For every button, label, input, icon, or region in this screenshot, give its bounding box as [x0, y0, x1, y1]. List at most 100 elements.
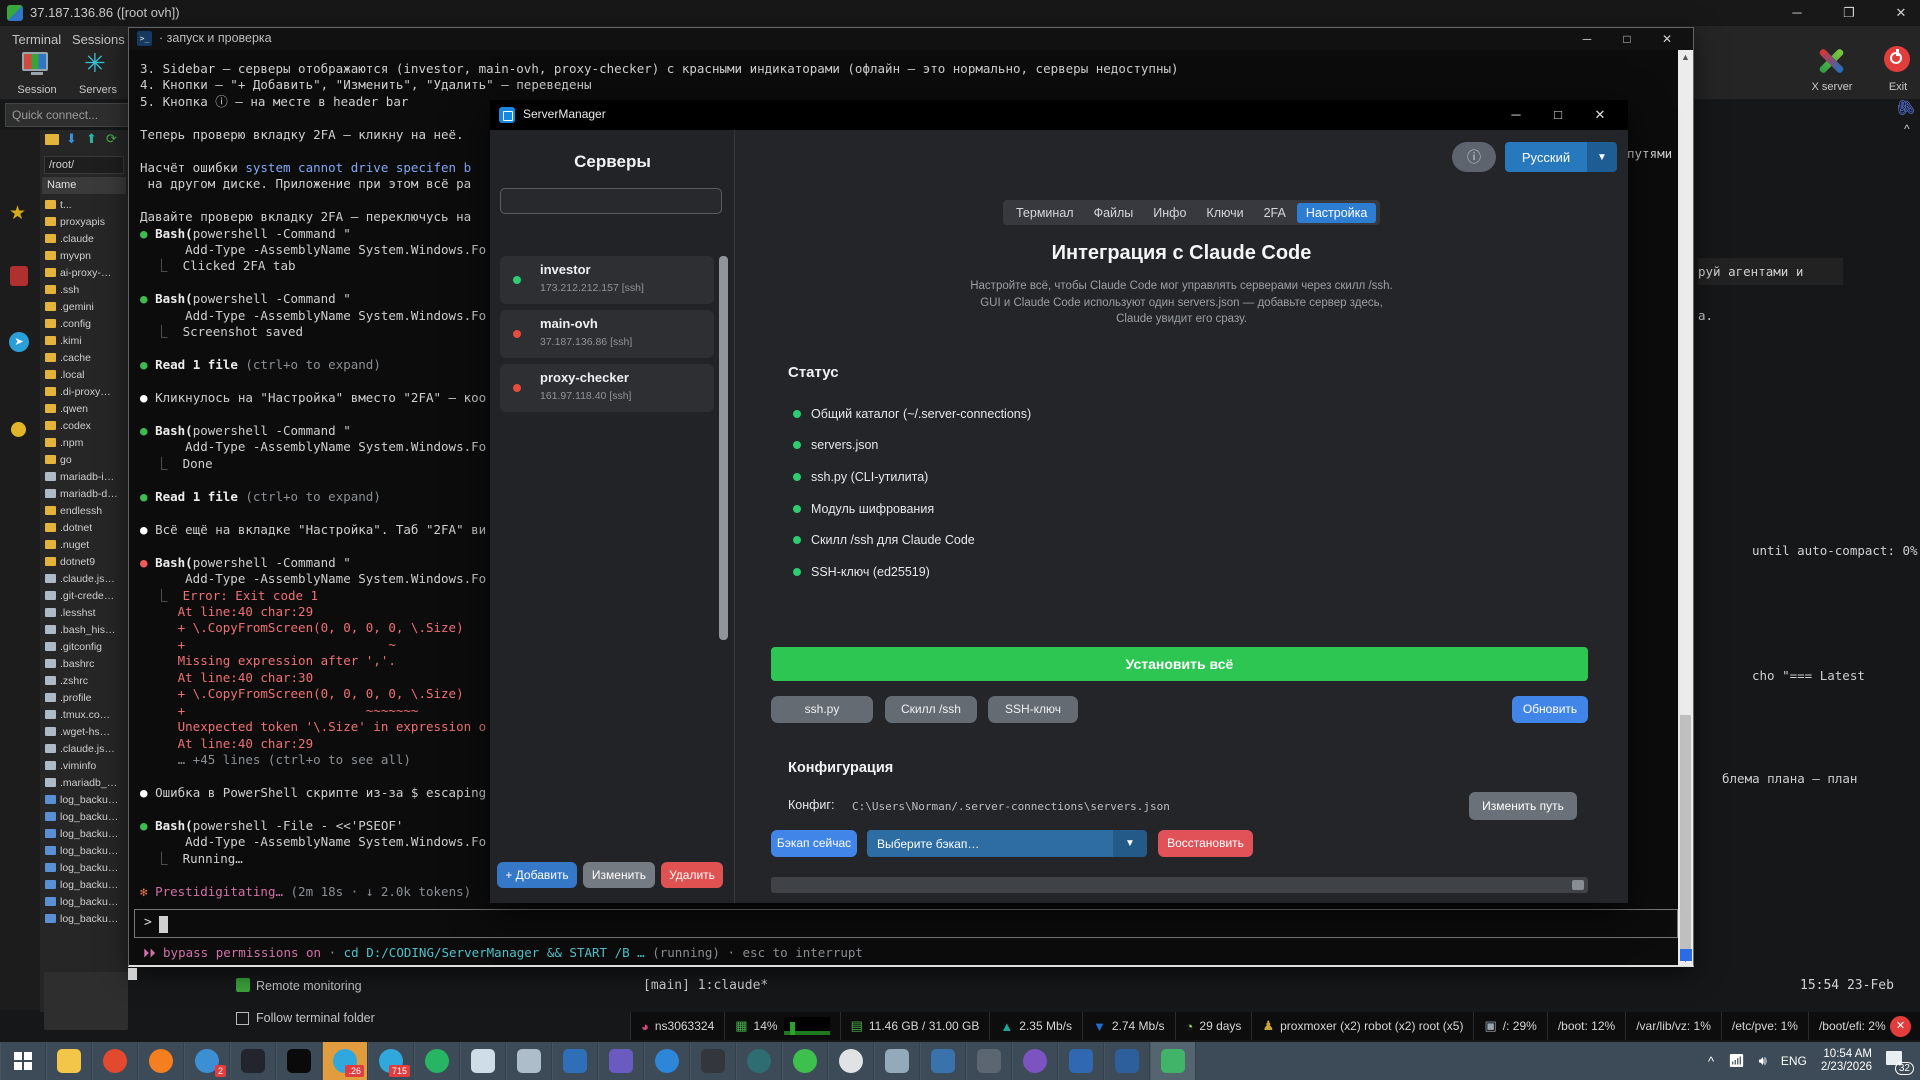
- taskbar-active-app[interactable]: [1150, 1042, 1196, 1080]
- file-row[interactable]: .cache: [42, 349, 128, 366]
- output-scroll-track[interactable]: [771, 877, 1588, 893]
- remote-monitoring-icon[interactable]: [236, 978, 250, 992]
- follow-terminal-folder-checkbox[interactable]: [236, 1012, 249, 1025]
- tab-2FA[interactable]: 2FA: [1255, 203, 1295, 223]
- taskbar-teal-app[interactable]: [736, 1042, 782, 1080]
- file-row[interactable]: log_backu…: [42, 825, 128, 842]
- taskbar-vmware[interactable]: [598, 1042, 644, 1080]
- file-row[interactable]: .gitconfig: [42, 638, 128, 655]
- change-path-button[interactable]: Изменить путь: [1469, 792, 1577, 820]
- file-row[interactable]: .wget-hs…: [42, 723, 128, 740]
- info-icon[interactable]: ⓘ: [1452, 142, 1496, 172]
- terminal-scrollbar[interactable]: ▲ ▼: [1678, 50, 1693, 966]
- tab-Ключи[interactable]: Ключи: [1197, 203, 1252, 223]
- x-server-icon[interactable]: [1814, 44, 1850, 78]
- terminal-input-box[interactable]: >: [134, 909, 1678, 938]
- taskbar-file-explorer[interactable]: [46, 1042, 92, 1080]
- file-row[interactable]: .dotnet: [42, 519, 128, 536]
- taskbar-cmd[interactable]: [276, 1042, 322, 1080]
- menu-sessions[interactable]: Sessions: [72, 32, 125, 47]
- scroll-up-icon[interactable]: ▲: [1678, 50, 1693, 64]
- file-row[interactable]: .npm: [42, 434, 128, 451]
- file-list-name-header[interactable]: Name: [42, 177, 126, 194]
- telegram-panel-icon[interactable]: ➤: [9, 332, 29, 352]
- backup-now-button[interactable]: Бэкап сейчас: [771, 830, 857, 857]
- taskbar-purple-app[interactable]: [1012, 1042, 1058, 1080]
- taskbar-chrome[interactable]: [828, 1042, 874, 1080]
- taskbar-cloud-app[interactable]: [874, 1042, 920, 1080]
- file-row[interactable]: .claude: [42, 230, 128, 247]
- file-row[interactable]: log_backu…: [42, 808, 128, 825]
- taskbar-sync-app[interactable]: [414, 1042, 460, 1080]
- file-row[interactable]: .di-proxy…: [42, 383, 128, 400]
- file-row[interactable]: t...: [42, 196, 128, 213]
- yellow-dot-icon[interactable]: [11, 422, 26, 437]
- file-row[interactable]: .gemini: [42, 298, 128, 315]
- upload-icon[interactable]: ⬆: [86, 131, 97, 147]
- close-icon[interactable]: ✕: [1884, 0, 1918, 26]
- file-row[interactable]: .viminfo: [42, 757, 128, 774]
- tab-Настройка[interactable]: Настройка: [1297, 203, 1377, 223]
- sm-close-icon[interactable]: ✕: [1584, 100, 1616, 130]
- quick-connect-input[interactable]: Quick connect...: [5, 103, 145, 127]
- install-all-button[interactable]: Установить всё: [771, 647, 1588, 681]
- file-row[interactable]: .ssh: [42, 281, 128, 298]
- refresh-icon[interactable]: ⟳: [106, 131, 117, 147]
- minimize-icon[interactable]: ─: [1780, 0, 1814, 26]
- file-row[interactable]: mariadb-i…: [42, 468, 128, 485]
- install-skill-button[interactable]: Скилл /ssh: [885, 696, 977, 723]
- file-row[interactable]: .config: [42, 315, 128, 332]
- file-row[interactable]: log_backu…: [42, 876, 128, 893]
- wifi-icon[interactable]: 📶︎: [1728, 1053, 1745, 1069]
- file-row[interactable]: proxyapis: [42, 213, 128, 230]
- file-row[interactable]: endlessh: [42, 502, 128, 519]
- taskbar-telegram[interactable]: 715: [368, 1042, 414, 1080]
- file-row[interactable]: log_backu…: [42, 910, 128, 927]
- taskbar-firefox[interactable]: [138, 1042, 184, 1080]
- file-row[interactable]: .local: [42, 366, 128, 383]
- file-row[interactable]: .lesshst: [42, 604, 128, 621]
- language-dropdown[interactable]: Русский ▼: [1505, 142, 1617, 172]
- taskbar-blue-app[interactable]: [920, 1042, 966, 1080]
- taskbar-calculator[interactable]: [506, 1042, 552, 1080]
- file-row[interactable]: .tmux.co…: [42, 706, 128, 723]
- file-row[interactable]: .claude.js…: [42, 740, 128, 757]
- favorites-star-icon[interactable]: ★: [9, 202, 26, 225]
- sm-minimize-icon[interactable]: ─: [1500, 100, 1532, 130]
- servers-icon[interactable]: ✳: [84, 48, 106, 79]
- server-list-scrollbar[interactable]: [719, 256, 728, 640]
- remote-monitoring-button[interactable]: Remote monitoring: [256, 979, 362, 993]
- backup-select[interactable]: Выберите бэкап… ▼: [867, 830, 1147, 857]
- server-card-main-ovh[interactable]: main-ovh37.187.136.86 [ssh]: [500, 310, 714, 358]
- taskbar-edge[interactable]: [644, 1042, 690, 1080]
- scrollbar-thumb[interactable]: [1680, 715, 1691, 960]
- volume-icon[interactable]: 🔊︎: [1759, 1053, 1767, 1069]
- output-scroll-thumb[interactable]: [1572, 880, 1584, 890]
- taskbar-r-app[interactable]: [1058, 1042, 1104, 1080]
- file-row[interactable]: log_backu…: [42, 791, 128, 808]
- file-row[interactable]: .profile: [42, 689, 128, 706]
- install-sshkey-button[interactable]: SSH-ключ: [988, 696, 1078, 723]
- folder-up-icon[interactable]: [45, 134, 59, 145]
- tab-Терминал[interactable]: Терминал: [1007, 203, 1083, 223]
- taskbar-whatsapp[interactable]: [782, 1042, 828, 1080]
- file-row[interactable]: .bash_his…: [42, 621, 128, 638]
- file-row[interactable]: go: [42, 451, 128, 468]
- terminal-minimize-icon[interactable]: ─: [1572, 28, 1602, 50]
- tray-language[interactable]: ENG: [1781, 1054, 1807, 1068]
- file-row[interactable]: log_backu…: [42, 842, 128, 859]
- edit-server-button[interactable]: Изменить: [583, 862, 655, 888]
- taskbar-telegram-alt[interactable]: .26: [322, 1042, 368, 1080]
- file-row[interactable]: .git-crede…: [42, 587, 128, 604]
- file-row[interactable]: dotnet9: [42, 553, 128, 570]
- refresh-button[interactable]: Обновить: [1512, 696, 1588, 723]
- tab-Инфо[interactable]: Инфо: [1144, 203, 1195, 223]
- server-card-investor[interactable]: investor173.212.212.157 [ssh]: [500, 256, 714, 304]
- download-icon[interactable]: ⬇: [66, 131, 77, 147]
- file-row[interactable]: log_backu…: [42, 859, 128, 876]
- file-row[interactable]: mariadb-d…: [42, 485, 128, 502]
- taskbar-proxy-tool[interactable]: [230, 1042, 276, 1080]
- file-row[interactable]: .claude.js…: [42, 570, 128, 587]
- file-row[interactable]: .zshrc: [42, 672, 128, 689]
- server-card-proxy-checker[interactable]: proxy-checker161.97.118.40 [ssh]: [500, 364, 714, 412]
